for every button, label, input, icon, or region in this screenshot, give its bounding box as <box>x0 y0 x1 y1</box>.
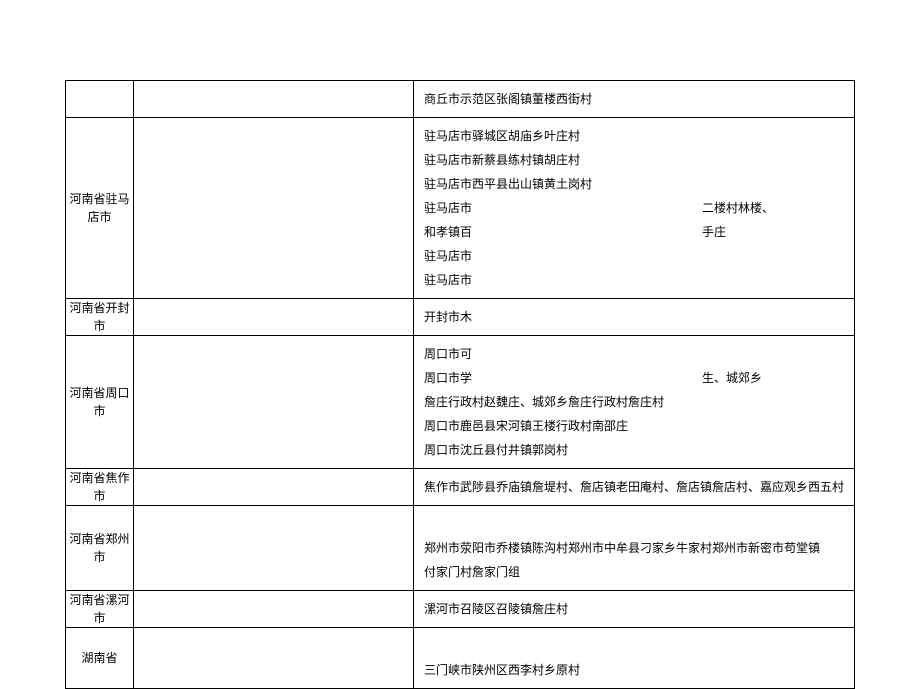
detail-line: 和孝镇百手庄 <box>424 220 844 244</box>
empty-cell <box>134 336 414 469</box>
detail-line: 周口市鹿邑县宋河镇王楼行政村南邵庄 <box>424 414 844 438</box>
region-name: 河南省漯河市 <box>70 593 130 625</box>
region-name: 河南省周口市 <box>70 386 130 418</box>
detail-cell: 商丘市示范区张阁镇董楼西街村 <box>413 81 854 118</box>
detail-line: 驻马店市 <box>424 244 844 268</box>
detail-line: 商丘市示范区张阁镇董楼西街村 <box>424 87 844 111</box>
region-cell: 河南省焦作市 <box>66 469 134 506</box>
detail-line: 三门峡市陕州区西李村乡原村 <box>424 658 844 682</box>
empty-cell <box>134 469 414 506</box>
empty-cell <box>134 506 414 591</box>
region-name: 湖南省 <box>82 651 118 665</box>
region-cell: 河南省开封市 <box>66 299 134 336</box>
empty-cell <box>134 81 414 118</box>
detail-line: 驻马店市西平县出山镇黄土岗村 <box>424 172 844 196</box>
detail-line: 郑州市荥阳市乔楼镇陈沟村郑州市中牟县刁家乡牛家村郑州市新密市苟堂镇 <box>424 536 844 560</box>
detail-line: 周口市可 <box>424 342 844 366</box>
region-cell <box>66 81 134 118</box>
region-cell: 河南省漯河市 <box>66 591 134 628</box>
table-row: 河南省开封市 开封市木 <box>66 299 855 336</box>
region-table: 商丘市示范区张阁镇董楼西街村河南省驻马店市 驻马店市驿城区胡庙乡叶庄村驻马店市新蔡… <box>65 80 855 689</box>
detail-line <box>424 512 844 536</box>
table-row: 河南省郑州市 郑州市荥阳市乔楼镇陈沟村郑州市中牟县刁家乡牛家村郑州市新密市苟堂镇… <box>66 506 855 591</box>
detail-line-right: 手庄 <box>472 225 726 239</box>
detail-line: 驻马店市驿城区胡庙乡叶庄村 <box>424 124 844 148</box>
detail-line: 驻马店市新蔡县练村镇胡庄村 <box>424 148 844 172</box>
detail-line-left: 和孝镇百 <box>424 225 472 239</box>
detail-line: 漯河市召陵区召陵镇詹庄村 <box>424 597 844 621</box>
empty-cell <box>134 299 414 336</box>
region-name: 河南省焦作市 <box>70 471 130 503</box>
detail-line-right: 二楼村林楼、 <box>472 201 774 215</box>
detail-line <box>424 634 844 658</box>
region-name: 河南省郑州市 <box>70 532 130 564</box>
detail-cell: 周口市可周口市学生、城郊乡詹庄行政村赵魏庄、城郊乡詹庄行政村詹庄村周口市鹿邑县宋… <box>413 336 854 469</box>
detail-line: 驻马店市二楼村林楼、 <box>424 196 844 220</box>
detail-line-left: 驻马店市 <box>424 201 472 215</box>
detail-line: 开封市木 <box>424 305 844 329</box>
table-row: 河南省漯河市 漯河市召陵区召陵镇詹庄村 <box>66 591 855 628</box>
empty-cell <box>134 591 414 628</box>
detail-cell: 焦作市武陟县乔庙镇詹堤村、詹店镇老田庵村、詹店镇詹店村、嘉应观乡西五村 <box>413 469 854 506</box>
empty-cell <box>134 628 414 689</box>
detail-line: 付家门村詹家门组 <box>424 560 844 584</box>
detail-cell: 三门峡市陕州区西李村乡原村 <box>413 628 854 689</box>
detail-cell: 漯河市召陵区召陵镇詹庄村 <box>413 591 854 628</box>
detail-line: 周口市沈丘县付井镇郭岗村 <box>424 438 844 462</box>
detail-line-right: 生、城郊乡 <box>472 371 762 385</box>
detail-line-left: 周口市学 <box>424 371 472 385</box>
table-row: 湖南省 三门峡市陕州区西李村乡原村 <box>66 628 855 689</box>
detail-line: 周口市学生、城郊乡 <box>424 366 844 390</box>
detail-line: 焦作市武陟县乔庙镇詹堤村、詹店镇老田庵村、詹店镇詹店村、嘉应观乡西五村 <box>424 475 844 499</box>
table-row: 商丘市示范区张阁镇董楼西街村 <box>66 81 855 118</box>
table-row: 河南省驻马店市 驻马店市驿城区胡庙乡叶庄村驻马店市新蔡县练村镇胡庄村驻马店市西平县… <box>66 118 855 299</box>
detail-line: 驻马店市 <box>424 268 844 292</box>
detail-cell: 驻马店市驿城区胡庙乡叶庄村驻马店市新蔡县练村镇胡庄村驻马店市西平县出山镇黄土岗村… <box>413 118 854 299</box>
region-cell: 河南省周口市 <box>66 336 134 469</box>
detail-line: 詹庄行政村赵魏庄、城郊乡詹庄行政村詹庄村 <box>424 390 844 414</box>
region-cell: 河南省驻马店市 <box>66 118 134 299</box>
table-row: 河南省周口市周口市可周口市学生、城郊乡詹庄行政村赵魏庄、城郊乡詹庄行政村詹庄村周… <box>66 336 855 469</box>
detail-cell: 郑州市荥阳市乔楼镇陈沟村郑州市中牟县刁家乡牛家村郑州市新密市苟堂镇付家门村詹家门… <box>413 506 854 591</box>
region-name: 河南省开封市 <box>70 301 130 333</box>
region-cell: 湖南省 <box>66 628 134 689</box>
empty-cell <box>134 118 414 299</box>
region-name: 河南省驻马店市 <box>70 192 130 224</box>
table-row: 河南省焦作市 焦作市武陟县乔庙镇詹堤村、詹店镇老田庵村、詹店镇詹店村、嘉应观乡西五… <box>66 469 855 506</box>
detail-cell: 开封市木 <box>413 299 854 336</box>
region-cell: 河南省郑州市 <box>66 506 134 591</box>
